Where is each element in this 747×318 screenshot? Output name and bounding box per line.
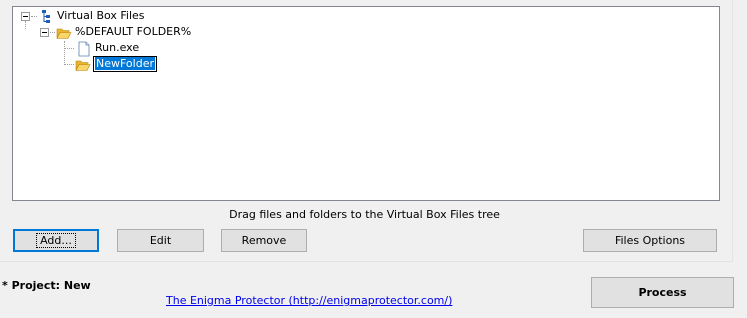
new-folder-edit-field[interactable]: NewFolder <box>93 56 157 72</box>
new-folder-label: NewFolder <box>95 57 155 70</box>
virtual-box-panel: Virtual Box Files %DEFAULT FOLDER% Run.e… <box>0 0 733 262</box>
virtual-box-tree[interactable]: Virtual Box Files %DEFAULT FOLDER% Run.e… <box>12 6 720 201</box>
add-button-label: Add... <box>36 233 76 248</box>
open-folder-icon <box>56 28 72 39</box>
folder-icon <box>75 60 91 71</box>
remove-button[interactable]: Remove <box>221 229 307 252</box>
project-status: * Project: New <box>2 279 91 292</box>
window: Virtual Box Files %DEFAULT FOLDER% Run.e… <box>0 0 747 318</box>
root-collapse-icon[interactable] <box>21 12 30 21</box>
files-options-button[interactable]: Files Options <box>583 229 717 252</box>
file-label[interactable]: Run.exe <box>95 41 139 54</box>
add-button[interactable]: Add... <box>13 229 99 252</box>
drag-hint: Drag files and folders to the Virtual Bo… <box>229 208 500 221</box>
process-button[interactable]: Process <box>591 277 734 308</box>
default-folder-collapse-icon[interactable] <box>40 28 49 37</box>
edit-button[interactable]: Edit <box>117 229 204 252</box>
default-folder-label[interactable]: %DEFAULT FOLDER% <box>75 25 191 38</box>
tree-root-label[interactable]: Virtual Box Files <box>57 9 145 22</box>
tree-root-icon <box>42 10 50 23</box>
enigma-link[interactable]: The Enigma Protector (http://enigmaprote… <box>166 294 452 307</box>
file-icon <box>78 41 90 57</box>
